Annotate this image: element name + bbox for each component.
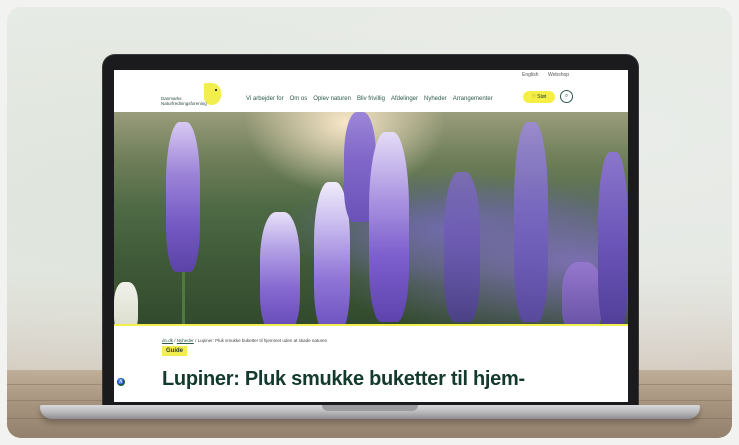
logo-dot (215, 89, 217, 91)
heart-icon: ♡ (531, 94, 537, 100)
search-button[interactable]: ⌕ (560, 90, 573, 103)
lupine-flower (260, 212, 300, 324)
lupine-flower (369, 132, 409, 322)
breadcrumb-section[interactable]: Nyheder (177, 338, 194, 343)
main-nav: Vi arbejder for Om os Oplev naturen Bliv… (246, 96, 493, 102)
lupine-flower (514, 122, 548, 322)
lupine-flower (562, 262, 602, 324)
utility-bar: English Webshop (114, 70, 628, 80)
breadcrumb-current: Lupiner: Pluk smukke buketter til hjemme… (197, 338, 328, 343)
white-lupine-flower (114, 282, 138, 324)
breadcrumb-home[interactable]: dn.dk (162, 338, 173, 343)
language-link[interactable]: English (522, 72, 538, 78)
article-tag: Guide (162, 346, 188, 356)
breadcrumb: dn.dk / Nyheder / Lupiner: Pluk smukke b… (162, 338, 327, 343)
nav-item-bliv-frivillig[interactable]: Bliv frivillig (357, 96, 385, 102)
nav-item-om-os[interactable]: Om os (290, 96, 308, 102)
lupine-flower (444, 172, 480, 322)
support-button[interactable]: ♡ Støt (523, 91, 555, 103)
logo-text[interactable]: Danmarks Naturfredningsforening (161, 96, 221, 106)
page-title: Lupiner: Pluk smukke buketter til hjem- (162, 368, 525, 390)
search-icon: ⌕ (564, 93, 569, 99)
laptop-screen: English Webshop Danmarks Naturfredningsf… (114, 70, 628, 402)
divider (114, 324, 628, 326)
nav-item-vi-arbejder-for[interactable]: Vi arbejder for (246, 96, 284, 102)
nav-item-nyheder[interactable]: Nyheder (424, 96, 447, 102)
nav-item-afdelinger[interactable]: Afdelinger (391, 96, 418, 102)
support-button-label: Støt (537, 94, 547, 100)
webshop-link[interactable]: Webshop (548, 72, 569, 78)
nav-item-oplev-naturen[interactable]: Oplev naturen (313, 96, 351, 102)
nav-item-arrangementer[interactable]: Arrangementer (453, 96, 493, 102)
hero-image-lupines (114, 112, 628, 324)
site-header: Danmarks Naturfredningsforening Vi arbej… (114, 80, 628, 112)
lupine-flower (598, 152, 628, 324)
accessibility-icon[interactable]: ♿ (117, 378, 125, 386)
lupine-flower (166, 122, 200, 272)
laptop-notch (322, 405, 418, 411)
